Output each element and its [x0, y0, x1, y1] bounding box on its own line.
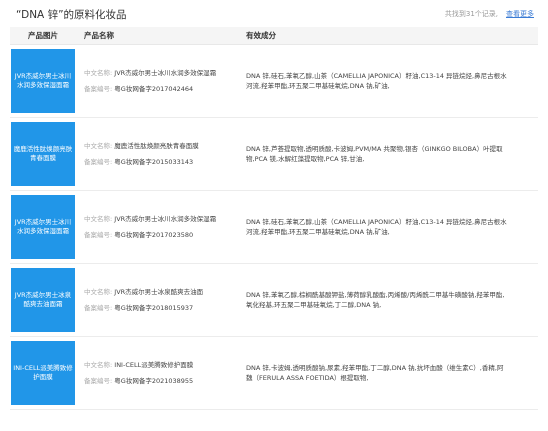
registration-number: 粤G妆网备字2017023580 — [114, 231, 194, 239]
product-image[interactable]: 魔鹿活性肽焕颜亮肤青春面膜 — [11, 122, 75, 186]
name-label: 中文名称: — [84, 288, 113, 296]
registration-number: 粤G妆网备字2021038955 — [114, 377, 194, 385]
product-name-cell: 中文名称: INI-CELL派美腾致修护面膜 备案编号: 粤G妆网备字20210… — [76, 360, 238, 386]
ingredients-cell: DNA 锌,卡波姆,透明质酸钠,尿素,羟苯甲酯,丁二醇,DNA 钠,抗坏血酸（维… — [246, 364, 504, 382]
product-name: JVR杰威尔男士冰泉酷爽去油面 — [114, 288, 204, 296]
registration-number: 粤G妆网备字2017042464 — [114, 85, 194, 93]
product-name-cell: 中文名称: JVR杰威尔男士冰川水润多效保湿霜 备案编号: 粤G妆网备字2017… — [76, 214, 238, 240]
table-row: JVR杰威尔男士冰泉酷爽去油面霜 中文名称: JVR杰威尔男士冰泉酷爽去油面 备… — [10, 264, 538, 337]
table-row: INI-CELL派美腾致修护面膜 中文名称: INI-CELL派美腾致修护面膜 … — [10, 337, 538, 410]
table-row: JVR杰威尔男士冰川水润多效保湿面霜 中文名称: JVR杰威尔男士冰川水润多效保… — [10, 191, 538, 264]
product-name-cell: 中文名称: JVR杰威尔男士冰川水润多效保湿霜 备案编号: 粤G妆网备字2017… — [76, 68, 238, 94]
ingredients-cell: DNA 锌,苯氧乙醇,棕榈酰基酸钾盐,薄荷醇乳酸酯,丙烯酸/丙烯酰二甲基牛磺酸钠… — [246, 291, 505, 309]
reg-label: 备案编号: — [84, 158, 113, 166]
ingredients-cell: DNA 锌,芦荟提取物,透明质酸,卡波姆,PVM/MA 共聚物,银杏（GINKG… — [246, 145, 503, 163]
products-table: 产品图片 产品名称 有效成分 JVR杰威尔男士冰川水润多效保湿面霜 中文名称: … — [10, 27, 538, 410]
table-row: 魔鹿活性肽焕颜亮肤青春面膜 中文名称: 魔鹿活性肽焕颜亮肤青春面膜 备案编号: … — [10, 118, 538, 191]
reg-label: 备案编号: — [84, 85, 113, 93]
registration-number: 粤G妆网备字2015033143 — [114, 158, 194, 166]
product-name: JVR杰威尔男士冰川水润多效保湿霜 — [114, 215, 217, 223]
product-image[interactable]: INI-CELL派美腾致修护面膜 — [11, 341, 75, 405]
reg-label: 备案编号: — [84, 231, 113, 239]
column-header-ingredients: 有效成分 — [246, 31, 276, 40]
product-name: JVR杰威尔男士冰川水润多效保湿霜 — [114, 69, 217, 77]
page: “DNA 锌”的原料化妆品 共找到31个记录, 查看更多 产品图片 产品名称 有… — [0, 0, 548, 431]
name-label: 中文名称: — [84, 142, 113, 150]
registration-number: 粤G妆网备字2018015937 — [114, 304, 194, 312]
product-name: 魔鹿活性肽焕颜亮肤青春面膜 — [114, 142, 199, 150]
ingredients-cell: DNA 锌,硅石,苯氧乙醇,山茶（CAMELLIA JAPONICA）籽油,C1… — [246, 218, 507, 236]
product-image[interactable]: JVR杰威尔男士冰川水润多效保湿面霜 — [11, 195, 75, 259]
record-count: 共找到31个记录, — [444, 10, 498, 18]
table-row: JVR杰威尔男士冰川水润多效保湿面霜 中文名称: JVR杰威尔男士冰川水润多效保… — [10, 45, 538, 118]
name-label: 中文名称: — [84, 361, 113, 369]
name-label: 中文名称: — [84, 215, 113, 223]
reg-label: 备案编号: — [84, 377, 113, 385]
product-name-cell: 中文名称: 魔鹿活性肽焕颜亮肤青春面膜 备案编号: 粤G妆网备字20150331… — [76, 141, 238, 167]
reg-label: 备案编号: — [84, 304, 113, 312]
ingredients-cell: DNA 锌,硅石,苯氧乙醇,山茶（CAMELLIA JAPONICA）籽油,C1… — [246, 72, 507, 90]
name-label: 中文名称: — [84, 69, 113, 77]
product-image[interactable]: JVR杰威尔男士冰泉酷爽去油面霜 — [11, 268, 75, 332]
product-name: INI-CELL派美腾致修护面膜 — [114, 361, 194, 369]
view-more-link[interactable]: 查看更多 — [506, 9, 534, 19]
product-image[interactable]: JVR杰威尔男士冰川水润多效保湿面霜 — [11, 49, 75, 113]
column-header-name: 产品名称 — [84, 31, 114, 40]
section-header: “DNA 锌”的原料化妆品 共找到31个记录, 查看更多 — [16, 4, 534, 24]
product-name-cell: 中文名称: JVR杰威尔男士冰泉酷爽去油面 备案编号: 粤G妆网备字201801… — [76, 287, 238, 313]
table-header: 产品图片 产品名称 有效成分 — [10, 27, 538, 45]
column-header-image: 产品图片 — [28, 31, 58, 40]
section-title: “DNA 锌”的原料化妆品 — [16, 8, 127, 21]
